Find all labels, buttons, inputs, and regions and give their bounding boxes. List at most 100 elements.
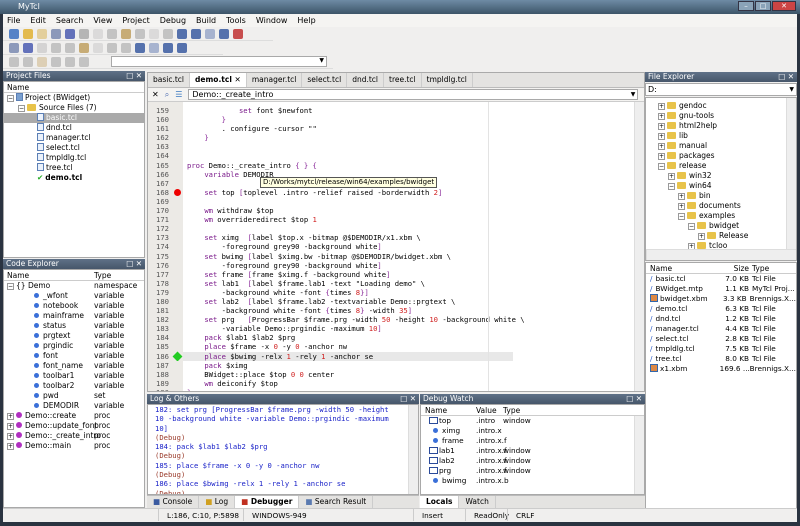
toolbar-button-icon[interactable]: [9, 28, 19, 39]
toolbar-button-icon[interactable]: [135, 28, 145, 39]
file-item[interactable]: basic.tcl: [4, 113, 144, 123]
file-row[interactable]: / manager.tcl 4.4 KB Tcl File: [646, 324, 796, 334]
toolbar-button-icon[interactable]: [107, 42, 117, 53]
file-item[interactable]: manager.tcl: [7, 133, 144, 143]
folder-item[interactable]: + Release: [646, 231, 796, 241]
file-row[interactable]: / demo.tcl 6.3 KB Tcl File: [646, 304, 796, 314]
toolbar-button-icon[interactable]: [23, 56, 33, 67]
file-row[interactable]: / BWidget.mtp 1.1 KB MyTcl Proj...: [646, 284, 796, 294]
toolbar-button-icon[interactable]: [37, 42, 47, 53]
tree-vscrollbar[interactable]: [786, 98, 796, 249]
address-combo[interactable]: ▼: [111, 56, 327, 67]
menu-tools[interactable]: Tools: [226, 16, 246, 25]
watch-row[interactable]: ximg .intro.x: [421, 426, 644, 436]
toolbar-button-icon[interactable]: [65, 28, 75, 39]
folder-item[interactable]: + gnu-tools: [646, 111, 796, 121]
column-header-name[interactable]: Name: [4, 270, 94, 280]
toolbar-button-icon[interactable]: [37, 56, 47, 67]
toolbar-button-icon[interactable]: [163, 42, 173, 53]
panel-close-icon[interactable]: □ ✕: [778, 72, 794, 82]
variable-item[interactable]: font_name variable: [4, 361, 144, 371]
tab-dnd-tcl[interactable]: dnd.tcl: [347, 73, 385, 87]
variable-item[interactable]: status variable: [4, 321, 144, 331]
watch-row[interactable]: lab2 .intro.x.f. window: [421, 456, 644, 466]
breakpoint-icon[interactable]: [174, 188, 181, 196]
code-area[interactable]: 159 set font $newfont 160 } 161 . configur…: [148, 102, 644, 391]
drive-selector[interactable]: D: ▼: [645, 83, 797, 96]
toolbar-button-icon[interactable]: [79, 42, 89, 53]
variable-item[interactable]: font variable: [4, 351, 144, 361]
folder-item[interactable]: + packages: [646, 151, 796, 161]
variable-item[interactable]: toolbar2 variable: [4, 381, 144, 391]
toolbar-button-icon[interactable]: [177, 42, 187, 53]
toolbar-button-icon[interactable]: [9, 42, 19, 53]
tree-item-source-files[interactable]: − Source Files (7): [7, 103, 144, 113]
proc-item[interactable]: + Demo::main proc: [4, 441, 144, 451]
watch-row[interactable]: frame .intro.x.f: [421, 436, 644, 446]
log-output[interactable]: 182: set prg [ProgressBar $frame.prg -wi…: [147, 404, 419, 495]
toolbar-button-icon[interactable]: [65, 56, 75, 67]
proc-selector[interactable]: Demo::_create_intro ▼: [188, 89, 639, 100]
tab-manager-tcl[interactable]: manager.tcl: [247, 73, 303, 87]
outline-icon[interactable]: ☰: [175, 90, 182, 99]
watch-row[interactable]: lab1 .intro.x.f. window: [421, 446, 644, 456]
toolbar-button-icon[interactable]: [121, 28, 131, 39]
toolbar-button-icon[interactable]: [107, 28, 117, 39]
folder-item[interactable]: + gendoc: [646, 101, 796, 111]
menu-view[interactable]: View: [93, 16, 112, 25]
tab-tmpldlg-tcl[interactable]: tmpldlg.tcl: [422, 73, 473, 87]
file-row[interactable]: bwidget.xbm 3.3 KB Brennigs.X...: [646, 294, 796, 304]
panel-close-icon[interactable]: □ ✕: [126, 259, 142, 269]
folder-item[interactable]: − bwidget: [646, 221, 796, 231]
menu-search[interactable]: Search: [56, 16, 83, 25]
file-item[interactable]: ✔ demo.tcl: [7, 173, 144, 183]
variable-item[interactable]: toolbar1 variable: [4, 371, 144, 381]
watch-row[interactable]: bwimg .intro.x.b: [421, 476, 644, 486]
tab-search-result[interactable]: ■ Search Result: [299, 496, 374, 508]
close-file-icon[interactable]: ✕: [152, 90, 159, 99]
column-header-type[interactable]: Type: [94, 270, 111, 280]
toolbar-button-icon[interactable]: [51, 28, 61, 39]
tab-watch[interactable]: Watch: [459, 496, 496, 508]
folder-item[interactable]: + manual: [646, 141, 796, 151]
file-row[interactable]: / tree.tcl 8.0 KB Tcl File: [646, 354, 796, 364]
folder-item[interactable]: + lib: [646, 131, 796, 141]
toolbar-button-icon[interactable]: [79, 28, 89, 39]
folder-item[interactable]: + documents: [646, 201, 796, 211]
toolbar-button-icon[interactable]: [23, 42, 33, 53]
toolbar-button-icon[interactable]: [219, 28, 229, 39]
column-header-name[interactable]: Name: [646, 263, 722, 273]
variable-item[interactable]: prgindic variable: [4, 341, 144, 351]
menu-file[interactable]: File: [7, 16, 20, 25]
column-header-name[interactable]: Name: [421, 405, 476, 415]
proc-item[interactable]: + Demo::_create_intro proc: [4, 431, 144, 441]
tab-close-icon[interactable]: ✕: [235, 75, 241, 84]
toolbar-button-icon[interactable]: [233, 28, 243, 39]
toolbar-button-icon[interactable]: [51, 56, 61, 67]
toolbar-button-icon[interactable]: [9, 56, 19, 67]
tab-basic-tcl[interactable]: basic.tcl: [148, 73, 191, 87]
file-row[interactable]: x1.xbm 169.6 ... Brennigs.X...: [646, 364, 796, 374]
proc-item[interactable]: + Demo::create proc: [4, 411, 144, 421]
folder-item[interactable]: + html2help: [646, 121, 796, 131]
tab-select-tcl[interactable]: select.tcl: [302, 73, 348, 87]
folder-item[interactable]: − release: [646, 161, 796, 171]
toolbar-button-icon[interactable]: [37, 28, 47, 39]
log-scrollbar[interactable]: [408, 405, 418, 494]
panel-close-icon[interactable]: □ ✕: [626, 394, 642, 404]
file-row[interactable]: / select.tcl 2.8 KB Tcl File: [646, 334, 796, 344]
menu-window[interactable]: Window: [256, 16, 288, 25]
tab-log[interactable]: ■ Log: [199, 496, 236, 508]
minimize-button[interactable]: –: [738, 1, 754, 11]
tab-tree-tcl[interactable]: tree.tcl: [384, 73, 422, 87]
toolbar-button-icon[interactable]: [93, 28, 103, 39]
file-item[interactable]: tree.tcl: [7, 163, 144, 173]
variable-item[interactable]: _wfont variable: [4, 291, 144, 301]
menu-help[interactable]: Help: [297, 16, 315, 25]
toolbar-button-icon[interactable]: [121, 42, 131, 53]
toolbar-button-icon[interactable]: [65, 42, 75, 53]
toolbar-button-icon[interactable]: [135, 42, 145, 53]
menu-edit[interactable]: Edit: [30, 16, 46, 25]
file-item[interactable]: select.tcl: [7, 143, 144, 153]
toolbar-button-icon[interactable]: [51, 42, 61, 53]
